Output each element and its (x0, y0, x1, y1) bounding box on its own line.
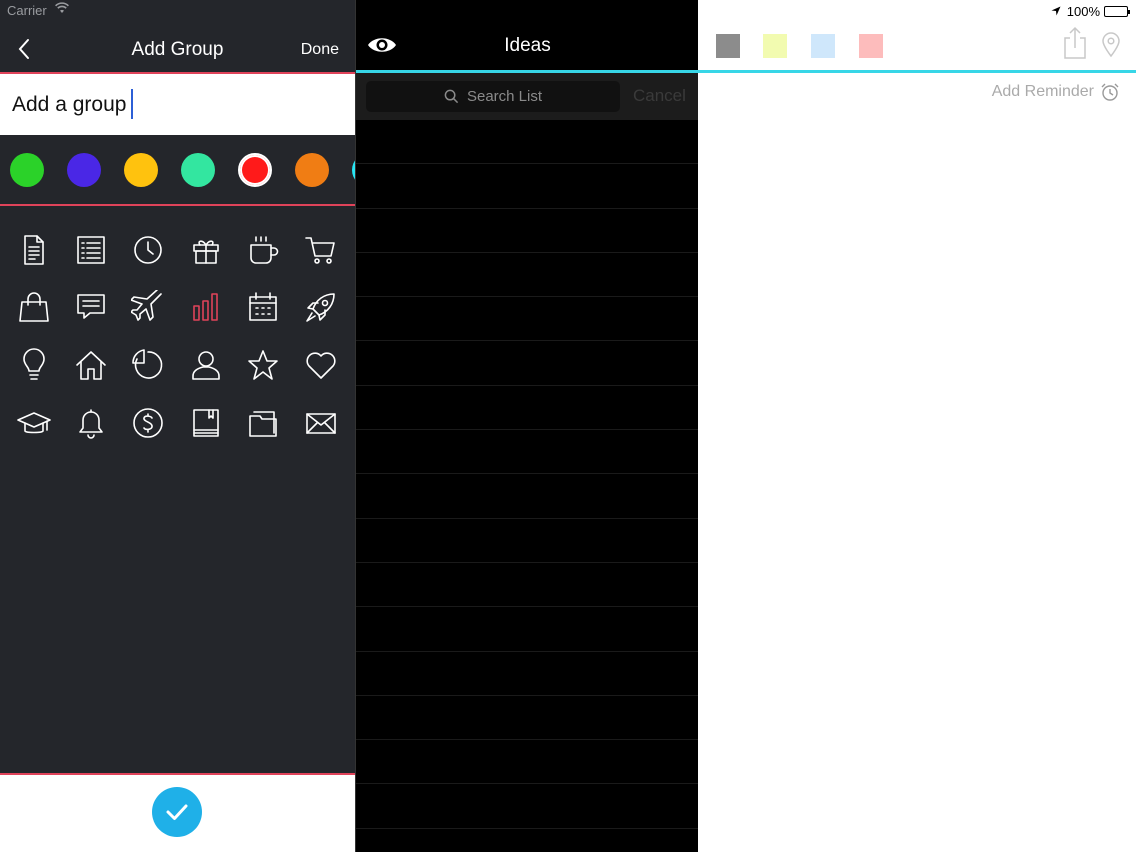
list-row[interactable] (356, 696, 699, 741)
chat-bubble-icon[interactable] (71, 287, 111, 327)
lightbulb-icon[interactable] (14, 345, 54, 385)
note-color-swatch[interactable] (811, 34, 835, 58)
user-icon[interactable] (186, 345, 226, 385)
color-swatch[interactable] (67, 153, 101, 187)
note-toolbar (698, 22, 1136, 70)
text-cursor (131, 89, 133, 119)
status-bar-right: 100% (1051, 0, 1136, 22)
list-row[interactable] (356, 607, 699, 652)
alarm-clock-icon (1101, 83, 1119, 101)
graduation-cap-icon[interactable] (14, 403, 54, 443)
add-group-navbar: Add Group Done (0, 22, 355, 72)
list-row[interactable] (356, 519, 699, 563)
divider (0, 204, 355, 206)
pie-chart-icon[interactable] (128, 345, 168, 385)
group-name-field-container (0, 74, 355, 135)
battery-percentage: 100% (1066, 3, 1100, 19)
book-icon[interactable] (186, 403, 226, 443)
color-swatch[interactable] (238, 153, 272, 187)
document-icon[interactable] (14, 230, 54, 270)
star-icon[interactable] (243, 345, 283, 385)
list-panel: Ideas Search List Cancel (355, 0, 699, 852)
folder-icon[interactable] (243, 403, 283, 443)
list-row[interactable] (356, 386, 699, 431)
dollar-coin-icon[interactable] (128, 403, 168, 443)
home-icon[interactable] (71, 345, 111, 385)
color-swatch[interactable] (295, 153, 329, 187)
location-arrow-icon (1051, 6, 1061, 16)
cancel-button[interactable]: Cancel (633, 86, 686, 106)
list-row[interactable] (356, 209, 699, 253)
airplane-icon[interactable] (128, 287, 168, 327)
share-icon (1064, 26, 1086, 59)
add-reminder-label: Add Reminder (991, 83, 1094, 100)
search-icon (444, 89, 459, 104)
bar-chart-icon[interactable] (186, 287, 226, 327)
search-input[interactable]: Search List (366, 81, 620, 112)
note-color-swatch[interactable] (763, 34, 787, 58)
list-title: Ideas (504, 35, 551, 56)
list-row[interactable] (356, 253, 699, 298)
divider (698, 70, 1136, 73)
list-row[interactable] (356, 784, 699, 829)
bell-icon[interactable] (71, 403, 111, 443)
note-panel: 100% Add Reminder (698, 0, 1136, 852)
clock-icon[interactable] (128, 230, 168, 270)
checkmark-icon (166, 804, 188, 820)
list-row[interactable] (356, 652, 699, 696)
list-row[interactable] (356, 164, 699, 209)
color-swatch[interactable] (181, 153, 215, 187)
wifi-icon (55, 2, 69, 17)
list-row[interactable] (356, 297, 699, 342)
shopping-cart-icon[interactable] (301, 230, 341, 270)
confirm-bar (0, 775, 355, 852)
list-icon[interactable] (71, 230, 111, 270)
rocket-icon[interactable] (301, 287, 341, 327)
list-navbar: Ideas (356, 22, 699, 72)
shopping-bag-icon[interactable] (14, 287, 54, 327)
color-swatch[interactable] (124, 153, 158, 187)
note-color-swatch[interactable] (716, 34, 740, 58)
group-name-input[interactable] (0, 74, 355, 135)
carrier-label: Carrier (7, 3, 47, 18)
coffee-cup-icon[interactable] (243, 230, 283, 270)
list-row[interactable] (356, 341, 699, 386)
list-row[interactable] (356, 740, 699, 785)
list-rows (356, 120, 699, 852)
color-picker (0, 135, 443, 205)
search-bar: Search List Cancel (356, 73, 699, 120)
location-button[interactable] (1100, 32, 1122, 58)
add-group-panel: Carrier Add Group Done (0, 0, 443, 852)
list-row[interactable] (356, 120, 699, 165)
location-pin-icon (1102, 32, 1120, 58)
gift-icon[interactable] (186, 230, 226, 270)
confirm-button[interactable] (152, 787, 202, 837)
heart-icon[interactable] (301, 345, 341, 385)
list-row[interactable] (356, 430, 699, 475)
calendar-icon[interactable] (243, 287, 283, 327)
color-swatch[interactable] (10, 153, 44, 187)
list-row[interactable] (356, 563, 699, 608)
envelope-icon[interactable] (301, 403, 341, 443)
add-reminder-button[interactable]: Add Reminder (992, 82, 1120, 102)
note-color-swatch[interactable] (859, 34, 883, 58)
share-button[interactable] (1062, 26, 1088, 60)
status-bar-left: Carrier (0, 0, 355, 22)
list-row[interactable] (356, 474, 699, 519)
search-placeholder: Search List (466, 88, 543, 105)
done-button[interactable]: Done (301, 41, 339, 59)
battery-icon (1104, 5, 1130, 17)
